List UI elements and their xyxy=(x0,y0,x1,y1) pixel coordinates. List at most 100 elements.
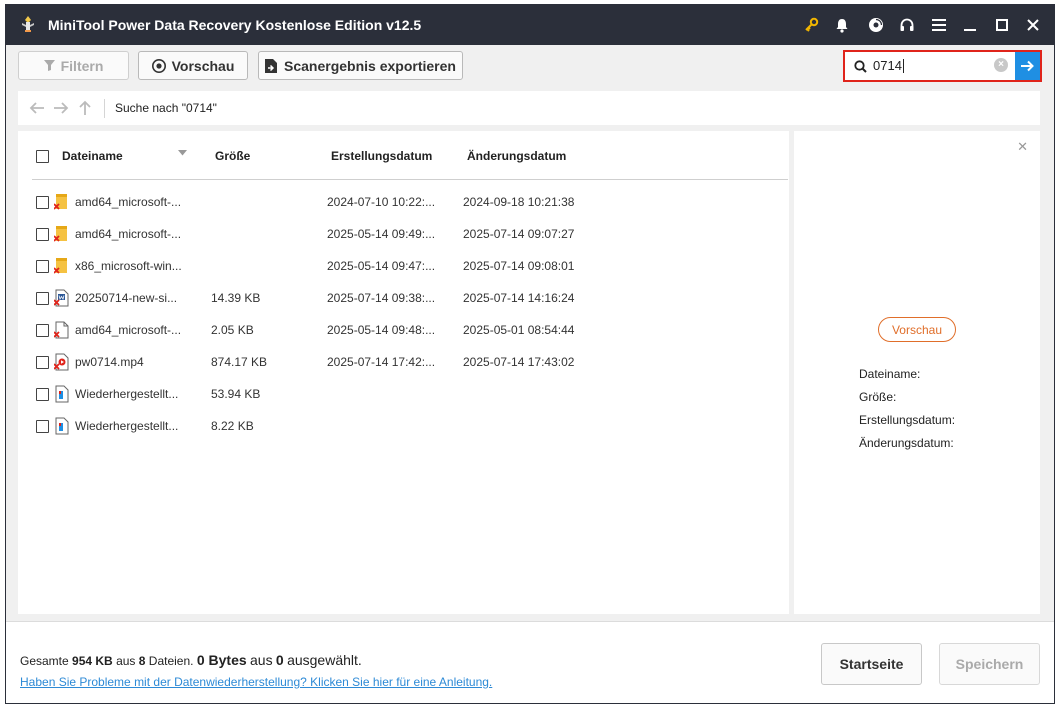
column-header-modified[interactable]: Änderungsdatum xyxy=(467,149,566,163)
deleted-folder-icon xyxy=(53,193,69,211)
cell-size: 874.17 KB xyxy=(211,355,268,369)
help-link[interactable]: Haben Sie Probleme mit der Datenwiederhe… xyxy=(20,675,492,689)
summary-total-suffix: Dateien. xyxy=(148,654,194,668)
row-checkbox[interactable] xyxy=(36,260,49,273)
column-header-created[interactable]: Erstellungsdatum xyxy=(331,149,432,163)
select-all-checkbox[interactable] xyxy=(36,150,49,163)
row-checkbox[interactable] xyxy=(36,388,49,401)
breadcrumb: Suche nach "0714" xyxy=(115,101,217,115)
cell-size: 53.94 KB xyxy=(211,387,261,401)
cell-modified: 2024-09-18 10:21:38 xyxy=(463,195,575,209)
close-preview-icon[interactable]: ✕ xyxy=(1017,139,1028,155)
menu-icon[interactable] xyxy=(929,15,949,35)
preview-size-label: Größe: xyxy=(859,390,897,404)
forward-arrow-icon[interactable] xyxy=(53,100,69,116)
preview-button-label: Vorschau xyxy=(171,57,235,74)
sort-down-icon[interactable] xyxy=(178,150,187,156)
cell-created: 2025-07-14 17:42:... xyxy=(327,355,436,369)
cell-modified: 2025-07-14 17:43:02 xyxy=(463,355,575,369)
title-bar: MiniTool Power Data Recovery Kostenlose … xyxy=(6,5,1054,45)
preview-filename-label: Dateiname: xyxy=(859,367,921,381)
file-list: Dateiname Größe Erstellungsdatum Änderun… xyxy=(18,131,789,614)
summary-total-count: 8 xyxy=(138,654,146,668)
nav-divider xyxy=(104,99,105,118)
cell-filename: amd64_microsoft-... xyxy=(75,323,182,337)
search-icon xyxy=(854,59,867,73)
deleted-word-file-icon xyxy=(53,289,69,307)
arrow-right-icon xyxy=(1021,60,1034,72)
row-checkbox[interactable] xyxy=(36,356,49,369)
column-header-name[interactable]: Dateiname xyxy=(62,149,123,163)
deleted-video-file-icon xyxy=(53,353,69,371)
table-row[interactable]: amd64_microsoft-... 2025-05-14 09:49:... 2… xyxy=(18,219,789,251)
filter-button[interactable]: Filtern xyxy=(18,51,129,80)
key-icon[interactable] xyxy=(801,15,821,35)
row-checkbox[interactable] xyxy=(36,228,49,241)
table-row[interactable]: x86_microsoft-win... 2025-05-14 09:47:...… xyxy=(18,251,789,283)
summary-selected-bytes: 0 Bytes xyxy=(196,652,247,668)
clear-search-icon[interactable]: × xyxy=(994,58,1008,72)
filter-icon xyxy=(43,60,55,71)
search-box: 0714 × xyxy=(843,50,1042,82)
disc-icon[interactable] xyxy=(866,15,886,35)
cell-filename: 20250714-new-si... xyxy=(75,291,178,305)
up-arrow-icon[interactable] xyxy=(77,100,93,116)
cell-created: 2025-07-14 09:38:... xyxy=(327,291,436,305)
deleted-folder-icon xyxy=(53,257,69,275)
preview-pane-button[interactable]: Vorschau xyxy=(878,317,956,342)
cell-size: 2.05 KB xyxy=(211,323,254,337)
headset-icon[interactable] xyxy=(897,15,917,35)
cell-modified: 2025-07-14 09:08:01 xyxy=(463,259,575,273)
cell-created: 2025-05-14 09:48:... xyxy=(327,323,436,337)
cell-filename: amd64_microsoft-... xyxy=(75,195,182,209)
summary-total-prefix: Gesamte xyxy=(20,654,69,668)
deleted-folder-icon xyxy=(53,225,69,243)
preview-modified-label: Änderungsdatum: xyxy=(859,436,954,450)
table-row[interactable]: 20250714-new-si... 14.39 KB 2025-07-14 09:… xyxy=(18,283,789,315)
close-icon[interactable] xyxy=(1023,15,1043,35)
row-checkbox[interactable] xyxy=(36,292,49,305)
cell-filename: amd64_microsoft-... xyxy=(75,227,182,241)
export-icon xyxy=(265,58,278,73)
cell-filename: pw0714.mp4 xyxy=(75,355,144,369)
summary-total-size: 954 KB xyxy=(72,654,113,668)
back-arrow-icon[interactable] xyxy=(29,100,45,116)
eye-icon xyxy=(151,58,166,73)
maximize-icon[interactable] xyxy=(992,15,1012,35)
app-title: MiniTool Power Data Recovery Kostenlose … xyxy=(48,17,422,33)
cell-created: 2025-05-14 09:49:... xyxy=(327,227,436,241)
row-checkbox[interactable] xyxy=(36,324,49,337)
table-row[interactable]: amd64_microsoft-... 2024-07-10 10:22:... 2… xyxy=(18,187,789,219)
summary-selected-mid: aus xyxy=(250,652,273,668)
cell-modified: 2025-07-14 14:16:24 xyxy=(463,291,575,305)
summary-selected-suffix: ausgewählt. xyxy=(287,652,362,668)
preview-button[interactable]: Vorschau xyxy=(138,51,248,80)
navigation-bar: Suche nach "0714" xyxy=(18,91,1040,125)
deleted-file-icon xyxy=(53,321,69,339)
cell-size: 14.39 KB xyxy=(211,291,261,305)
table-row[interactable]: Wiederhergestellt... 8.22 KB xyxy=(18,411,789,443)
bell-icon[interactable] xyxy=(832,15,852,35)
search-input[interactable]: 0714 xyxy=(848,55,1014,77)
table-row[interactable]: Wiederhergestellt... 53.94 KB xyxy=(18,379,789,411)
home-button[interactable]: Startseite xyxy=(821,643,922,685)
summary-total-mid: aus xyxy=(116,654,136,668)
preview-created-label: Erstellungsdatum: xyxy=(859,413,956,427)
search-submit-button[interactable] xyxy=(1015,52,1040,80)
row-checkbox[interactable] xyxy=(36,420,49,433)
recovered-file-icon xyxy=(54,417,69,435)
table-row[interactable]: pw0714.mp4 874.17 KB 2025-07-14 17:42:... 2… xyxy=(18,347,789,379)
cell-modified: 2025-07-14 09:07:27 xyxy=(463,227,575,241)
row-checkbox[interactable] xyxy=(36,196,49,209)
export-button-label: Scanergebnis exportieren xyxy=(284,57,456,74)
save-button[interactable]: Speichern xyxy=(939,643,1040,685)
toolbar: Filtern Vorschau Scanergebnis exportiere… xyxy=(6,45,1054,87)
app-logo-icon xyxy=(22,16,34,32)
export-button[interactable]: Scanergebnis exportieren xyxy=(258,51,463,80)
table-row[interactable]: amd64_microsoft-... 2.05 KB 2025-05-14 09:… xyxy=(18,315,789,347)
summary-selected-count: 0 xyxy=(275,652,284,668)
cell-created: 2024-07-10 10:22:... xyxy=(327,195,436,209)
selection-summary: Gesamte 954 KB aus 8 Dateien. 0 Bytes au… xyxy=(20,652,362,668)
minimize-icon[interactable] xyxy=(960,15,980,35)
column-header-size[interactable]: Größe xyxy=(215,149,250,163)
